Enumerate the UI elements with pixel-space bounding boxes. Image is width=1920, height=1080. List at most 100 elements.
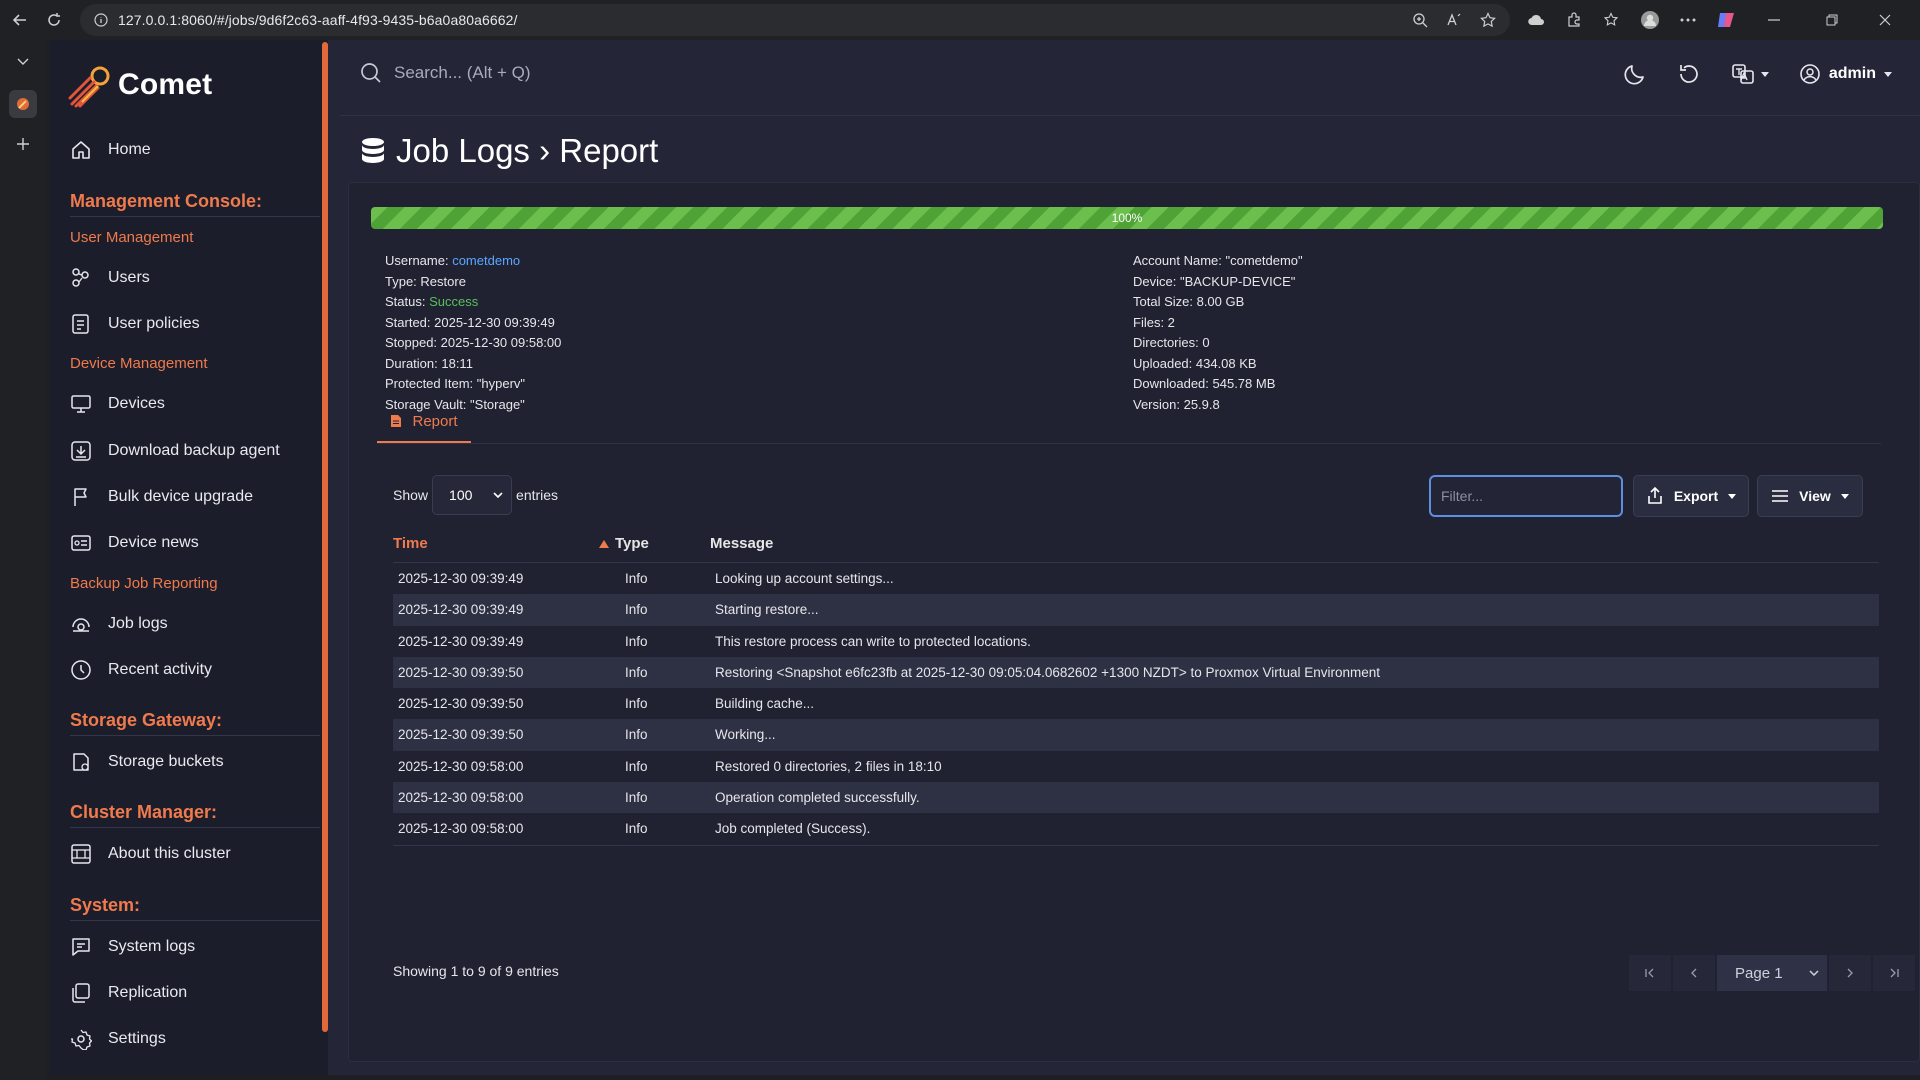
comet-logo[interactable]: Comet	[68, 62, 212, 108]
job-info-left: Username: cometdemo Type: Restore Status…	[385, 251, 561, 415]
favorites-icon[interactable]	[1602, 10, 1622, 30]
sidebar-item-job-logs[interactable]: Job logs	[70, 606, 168, 642]
back-icon[interactable]	[6, 6, 34, 34]
new-tab-plus-icon[interactable]	[9, 130, 37, 158]
filter-placeholder: Filter...	[1441, 488, 1484, 504]
column-header-type-label: Type	[615, 535, 649, 552]
tab-report[interactable]: Report	[377, 401, 471, 443]
status-label: Status:	[385, 294, 430, 309]
close-window-icon[interactable]	[1870, 10, 1900, 30]
sidebar-item-recent-activity[interactable]: Recent activity	[70, 652, 212, 688]
entries-select[interactable]: 100	[432, 475, 513, 515]
first-page-icon[interactable]	[1629, 955, 1671, 991]
sidebar-item-settings[interactable]: Settings	[70, 1021, 166, 1057]
previous-page-icon[interactable]	[1673, 955, 1715, 991]
cell-time: 2025-12-30 09:39:50	[398, 727, 524, 743]
table-row[interactable]: 2025-12-30 09:39:50 Info Building cache...	[393, 688, 1879, 719]
restore-window-icon[interactable]	[1812, 10, 1852, 30]
table-row[interactable]: 2025-12-30 09:39:50 Info Restoring <Snapsh…	[393, 656, 1879, 689]
sidebar-scrollbar[interactable]	[322, 42, 328, 1032]
sidebar-item-device-news[interactable]: Device news	[70, 525, 199, 561]
sidebar-item-replication[interactable]: Replication	[70, 975, 187, 1011]
copilot-icon[interactable]	[1716, 10, 1736, 30]
zoom-icon[interactable]	[1410, 10, 1430, 30]
comet-app: Comet Home Management Console: User Mana…	[50, 40, 1920, 1075]
uploaded-row: Uploaded: 434.08 KB	[1133, 355, 1257, 371]
sidebar-item-label: User policies	[108, 315, 200, 332]
column-header-time[interactable]: Time	[393, 535, 428, 552]
cell-type: Info	[625, 696, 648, 712]
sidebar-item-home[interactable]: Home	[70, 132, 151, 168]
column-header-type[interactable]: Type	[599, 535, 649, 552]
reload-icon[interactable]	[40, 6, 68, 34]
news-icon	[70, 532, 92, 554]
directories-row: Directories: 0	[1133, 335, 1210, 350]
table-row[interactable]: 2025-12-30 09:39:49 Info Looking up accoun…	[393, 563, 1879, 594]
read-aloud-icon[interactable]	[1444, 10, 1464, 30]
sidebar-item-label: Settings	[108, 1030, 166, 1047]
cell-time: 2025-12-30 09:58:00	[398, 758, 524, 774]
url-text: 127.0.0.1:8060/#/jobs/9d6f2c63-aaff-4f93…	[118, 12, 518, 28]
sidebar-item-label: System logs	[108, 938, 196, 955]
section-cluster-manager: Cluster Manager:	[70, 802, 218, 822]
extensions-icon[interactable]	[1564, 10, 1584, 30]
sidebar-item-download-backup-agent[interactable]: Download backup agent	[70, 433, 280, 469]
sidebar-item-user-policies[interactable]: User policies	[70, 306, 200, 342]
more-menu-icon[interactable]	[1678, 10, 1698, 30]
dark-mode-moon-icon[interactable]	[1623, 62, 1647, 86]
user-menu[interactable]: admin	[1799, 63, 1892, 85]
search-input[interactable]: Search... (Alt + Q)	[360, 62, 531, 84]
user-circle-icon	[1800, 64, 1820, 84]
favorite-star-icon[interactable]	[1478, 10, 1498, 30]
sidebar-item-bulk-device-upgrade[interactable]: Bulk device upgrade	[70, 479, 253, 515]
total-size-row: Total Size: 8.00 GB	[1133, 294, 1245, 309]
flag-icon	[70, 486, 92, 508]
chevron-down-icon[interactable]	[9, 48, 37, 76]
filter-input[interactable]: Filter...	[1429, 475, 1623, 517]
table-row[interactable]: 2025-12-30 09:58:00 Info Restored 0 direct…	[393, 751, 1879, 782]
cell-time: 2025-12-30 09:58:00	[398, 821, 524, 837]
table-row[interactable]: 2025-12-30 09:58:00 Info Operation complet…	[393, 782, 1879, 814]
sidebar-item-devices[interactable]: Devices	[70, 386, 165, 422]
refresh-icon[interactable]	[1677, 62, 1701, 86]
address-bar[interactable]: 127.0.0.1:8060/#/jobs/9d6f2c63-aaff-4f93…	[80, 4, 1510, 36]
policy-document-icon	[70, 313, 92, 335]
browser-toolbar: 127.0.0.1:8060/#/jobs/9d6f2c63-aaff-4f93…	[0, 0, 1920, 40]
profile-avatar-icon[interactable]	[1640, 10, 1660, 30]
sidebar-item-system-logs[interactable]: System logs	[70, 929, 195, 965]
column-header-message[interactable]: Message	[710, 535, 773, 552]
entries-label: entries	[516, 487, 559, 503]
table-body: 2025-12-30 09:39:49 Info Looking up accoun…	[393, 563, 1879, 845]
export-button[interactable]: Export	[1633, 475, 1749, 517]
search-placeholder: Search... (Alt + Q)	[394, 63, 531, 82]
tab-report-label: Report	[412, 412, 458, 430]
table-info: Showing 1 to 9 of 9 entries	[393, 963, 559, 979]
tab-divider	[377, 443, 1881, 444]
home-icon	[70, 139, 92, 161]
sidebar-item-users[interactable]: Users	[70, 260, 150, 296]
log-table: Time Type Message 2025-12-30 09:39:49 Inf…	[393, 523, 1879, 846]
caret-down-icon	[1840, 493, 1849, 499]
cell-type: Info	[625, 758, 648, 774]
sidebar-item-about-cluster[interactable]: About this cluster	[70, 836, 231, 872]
comet-logo-icon	[68, 66, 110, 108]
table-row[interactable]: 2025-12-30 09:39:50 Info Working...	[393, 719, 1879, 751]
table-row[interactable]: 2025-12-30 09:58:00 Info Job completed (Su…	[393, 813, 1879, 844]
next-page-icon[interactable]	[1829, 955, 1871, 991]
language-dropdown[interactable]	[1731, 62, 1769, 86]
comet-tab-favicon[interactable]	[9, 90, 37, 118]
page-select[interactable]: Page 1	[1717, 955, 1827, 991]
username-link[interactable]: cometdemo	[452, 253, 520, 268]
minimize-icon[interactable]	[1754, 10, 1794, 30]
view-button[interactable]: View	[1757, 475, 1863, 517]
table-row[interactable]: 2025-12-30 09:39:49 Info This restore proc…	[393, 626, 1879, 657]
progress-bar: 100%	[371, 207, 1883, 229]
sidebar-item-label: Recent activity	[108, 661, 213, 678]
cloud-icon[interactable]	[1526, 10, 1546, 30]
table-row[interactable]: 2025-12-30 09:39:49 Info Starting restore.…	[393, 594, 1879, 626]
version-row: Version: 25.9.8	[1133, 396, 1220, 412]
caret-down-icon	[1760, 71, 1769, 77]
sidebar-item-storage-buckets[interactable]: Storage buckets	[70, 744, 224, 780]
site-info-icon[interactable]	[94, 13, 108, 27]
last-page-icon[interactable]	[1873, 955, 1915, 991]
